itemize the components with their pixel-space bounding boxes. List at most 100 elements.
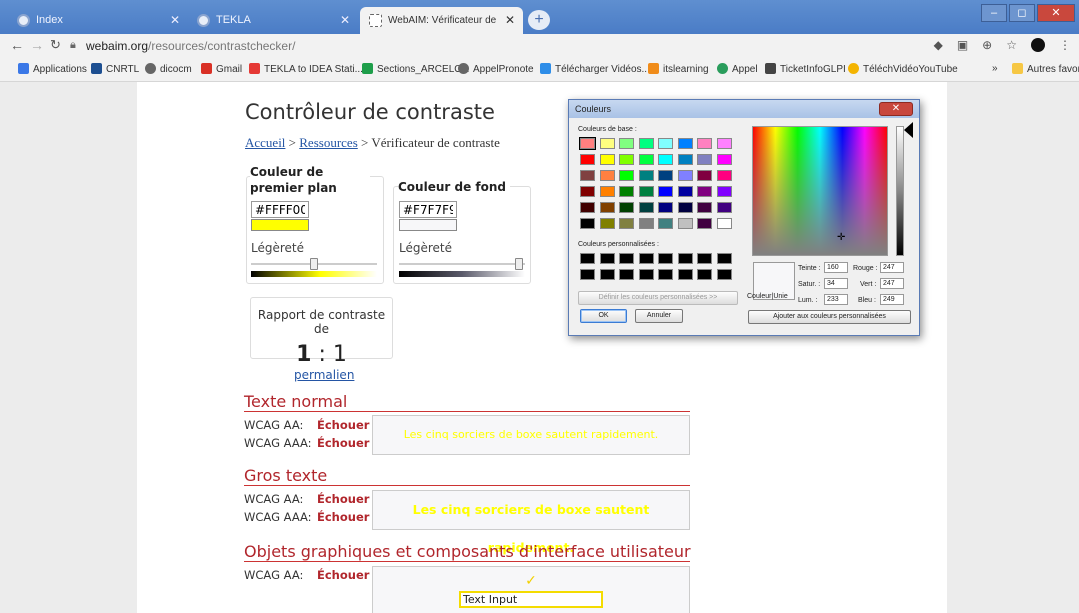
basic-color-swatch[interactable] (697, 202, 712, 213)
tab-webaim[interactable]: WebAIM: Vérificateur de contras ✕ (360, 7, 523, 53)
cancel-button[interactable]: Annuler (635, 309, 683, 323)
basic-color-swatch[interactable] (619, 202, 634, 213)
basic-color-swatch[interactable] (716, 186, 732, 197)
custom-color-swatch[interactable] (697, 253, 712, 264)
basic-color-swatch[interactable] (599, 186, 615, 197)
custom-color-swatch[interactable] (599, 253, 615, 264)
background-lightness-slider[interactable] (514, 258, 523, 270)
color-spectrum[interactable] (752, 126, 888, 256)
custom-color-swatch[interactable] (658, 253, 673, 264)
bookmark-tekla[interactable]: TEKLA to IDEA Stati... (249, 63, 363, 75)
basic-color-swatch[interactable] (716, 202, 732, 213)
bookmark-other[interactable]: Autres favoris (1012, 63, 1079, 75)
basic-color-swatch[interactable] (619, 218, 634, 229)
bookmark-sections[interactable]: Sections_ARCELOR (362, 63, 469, 75)
basic-color-swatch[interactable] (599, 218, 615, 229)
blue-input[interactable]: 249 (880, 294, 904, 305)
basic-color-swatch[interactable] (638, 138, 654, 149)
tab-index[interactable]: Index ✕ (8, 7, 188, 34)
bookmark-appel[interactable]: Appel (717, 63, 758, 75)
basic-color-swatch[interactable] (580, 154, 595, 165)
basic-color-swatch[interactable] (677, 202, 693, 213)
custom-color-swatch[interactable] (619, 269, 634, 280)
basic-color-swatch[interactable] (697, 218, 712, 229)
basic-color-swatch[interactable] (599, 138, 615, 149)
custom-color-swatch[interactable] (716, 253, 732, 264)
sat-input[interactable]: 34 (824, 278, 848, 289)
bookmark-applications[interactable]: Applications (18, 63, 87, 75)
green-input[interactable]: 247 (880, 278, 904, 289)
custom-color-swatch[interactable] (638, 269, 654, 280)
basic-color-swatch[interactable] (677, 218, 693, 229)
bookmark-dicocm[interactable]: dicocm (145, 63, 192, 75)
custom-color-swatch[interactable] (677, 253, 693, 264)
basic-color-swatch[interactable] (677, 170, 693, 181)
custom-color-swatch[interactable] (716, 269, 732, 280)
basic-color-swatch[interactable] (619, 138, 634, 149)
custom-color-swatch[interactable] (658, 269, 673, 280)
basic-color-swatch[interactable] (677, 186, 693, 197)
basic-color-swatch[interactable] (638, 218, 654, 229)
minimize-icon[interactable]: – (981, 4, 1007, 22)
url-field[interactable]: webaim.org/resources/contrastchecker/ (86, 39, 295, 53)
basic-color-swatch[interactable] (638, 154, 654, 165)
breadcrumb-resources-link[interactable]: Ressources (299, 135, 358, 150)
custom-color-swatch[interactable] (677, 269, 693, 280)
custom-color-swatch[interactable] (599, 269, 615, 280)
extension-icon[interactable]: ◆ (934, 38, 943, 52)
basic-color-swatch[interactable] (599, 202, 615, 213)
bookmark-telecharger[interactable]: Télécharger Vidéos... (540, 63, 650, 75)
close-tab-icon[interactable]: ✕ (505, 7, 515, 34)
basic-color-swatch[interactable] (580, 186, 595, 197)
dialog-close-icon[interactable]: ✕ (879, 102, 913, 116)
bookmark-cnrtl[interactable]: CNRTL (91, 63, 139, 75)
tab-tekla[interactable]: TEKLA ✕ (188, 7, 358, 34)
basic-color-swatch[interactable] (619, 170, 634, 181)
star-icon[interactable]: ☆ (1006, 38, 1017, 52)
basic-color-swatch[interactable] (579, 137, 596, 150)
basic-color-swatch[interactable] (599, 170, 615, 181)
basic-color-swatch[interactable] (619, 186, 634, 197)
custom-color-swatch[interactable] (697, 269, 712, 280)
close-window-icon[interactable]: ✕ (1037, 4, 1075, 22)
bookmark-itslearning[interactable]: itslearning (648, 63, 709, 75)
close-tab-icon[interactable]: ✕ (340, 7, 350, 34)
red-input[interactable]: 247 (880, 262, 904, 273)
foreground-hex-input[interactable] (251, 201, 309, 218)
basic-color-swatch[interactable] (658, 154, 673, 165)
basic-color-swatch[interactable] (638, 202, 654, 213)
zoom-icon[interactable]: ⊕ (982, 38, 992, 52)
new-tab-button[interactable]: + (528, 10, 550, 30)
basic-color-swatch[interactable] (658, 170, 673, 181)
basic-color-swatch[interactable] (638, 186, 654, 197)
custom-color-swatch[interactable] (580, 253, 595, 264)
more-bookmarks-button[interactable]: » (992, 63, 998, 74)
basic-color-swatch[interactable] (677, 138, 693, 149)
maximize-icon[interactable]: ◻ (1009, 4, 1035, 22)
custom-color-swatch[interactable] (619, 253, 634, 264)
bookmark-youtube[interactable]: TéléchVidéoYouTube (848, 63, 958, 75)
basic-color-swatch[interactable] (716, 170, 732, 181)
bookmark-appelpronote[interactable]: AppelPronote (458, 63, 534, 75)
luminance-arrow-icon[interactable] (904, 122, 913, 138)
basic-color-swatch[interactable] (716, 138, 732, 149)
translate-icon[interactable]: ▣ (957, 38, 968, 52)
hue-input[interactable]: 160 (824, 262, 848, 273)
basic-color-swatch[interactable] (658, 202, 673, 213)
luminance-bar[interactable] (896, 126, 904, 256)
basic-color-swatch[interactable] (677, 154, 693, 165)
custom-color-swatch[interactable] (580, 269, 595, 280)
profile-avatar[interactable] (1031, 38, 1045, 52)
basic-color-swatch[interactable] (716, 218, 732, 229)
basic-color-swatch[interactable] (580, 202, 595, 213)
breadcrumb-home-link[interactable]: Accueil (245, 135, 285, 150)
ok-button[interactable]: OK (580, 309, 627, 323)
permalink-link[interactable]: permalien (294, 368, 354, 382)
basic-color-swatch[interactable] (619, 154, 634, 165)
bookmark-ticket[interactable]: TicketInfoGLPI (765, 63, 846, 75)
back-icon[interactable]: ← (10, 37, 24, 53)
basic-color-swatch[interactable] (638, 170, 654, 181)
custom-color-swatch[interactable] (638, 253, 654, 264)
basic-color-swatch[interactable] (697, 138, 712, 149)
basic-color-swatch[interactable] (697, 170, 712, 181)
